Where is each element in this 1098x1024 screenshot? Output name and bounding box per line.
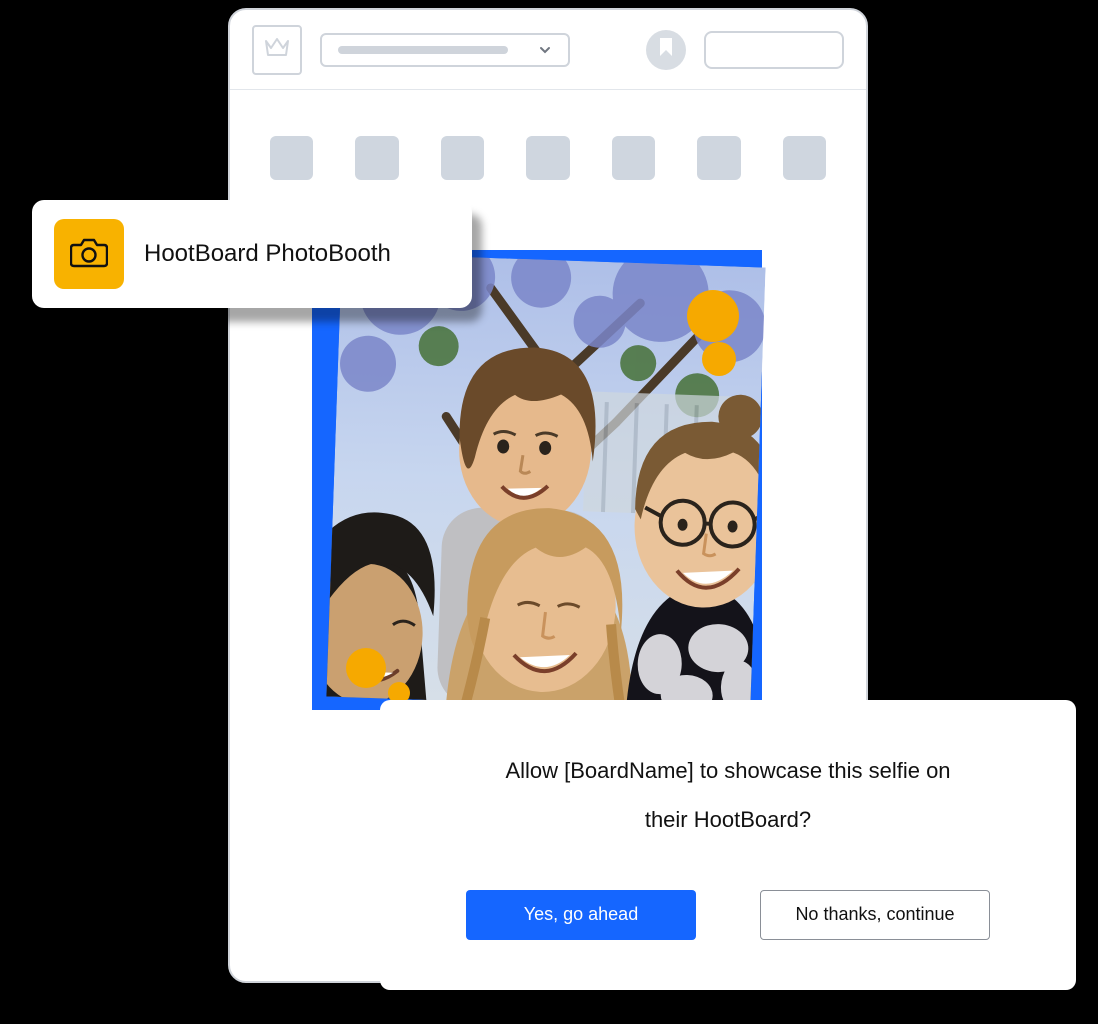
app-tile[interactable] [526,136,569,180]
photobooth-icon-box [54,219,124,289]
photobooth-card[interactable]: HootBoard PhotoBooth [32,200,472,308]
app-tile[interactable] [612,136,655,180]
no-thanks-button[interactable]: No thanks, continue [760,890,990,940]
bookmark-button[interactable] [646,30,686,70]
app-tile[interactable] [355,136,398,180]
header-action-button[interactable] [704,31,844,69]
phone-header [230,10,866,90]
modal-text-line2: their HootBoard? [645,805,811,836]
board-name-placeholder [338,46,508,54]
app-tile[interactable] [697,136,740,180]
consent-modal: Allow [BoardName] to showcase this selfi… [380,700,1076,990]
app-tile[interactable] [270,136,313,180]
modal-buttons: Yes, go ahead No thanks, continue [466,890,990,940]
decor-bubble [702,342,736,376]
photobooth-title: HootBoard PhotoBooth [144,240,391,268]
app-tile[interactable] [441,136,484,180]
modal-text-line1: Allow [BoardName] to showcase this selfi… [505,756,950,787]
decor-bubble [346,648,386,688]
board-selector[interactable] [320,33,570,67]
app-tile[interactable] [783,136,826,180]
app-grid [230,90,866,180]
chevron-down-icon [538,43,552,57]
decor-bubble [687,290,739,342]
bookmark-icon [658,37,674,62]
yes-button[interactable]: Yes, go ahead [466,890,696,940]
camera-icon [70,236,108,273]
brand-logo[interactable] [252,25,302,75]
crown-icon [264,37,290,62]
